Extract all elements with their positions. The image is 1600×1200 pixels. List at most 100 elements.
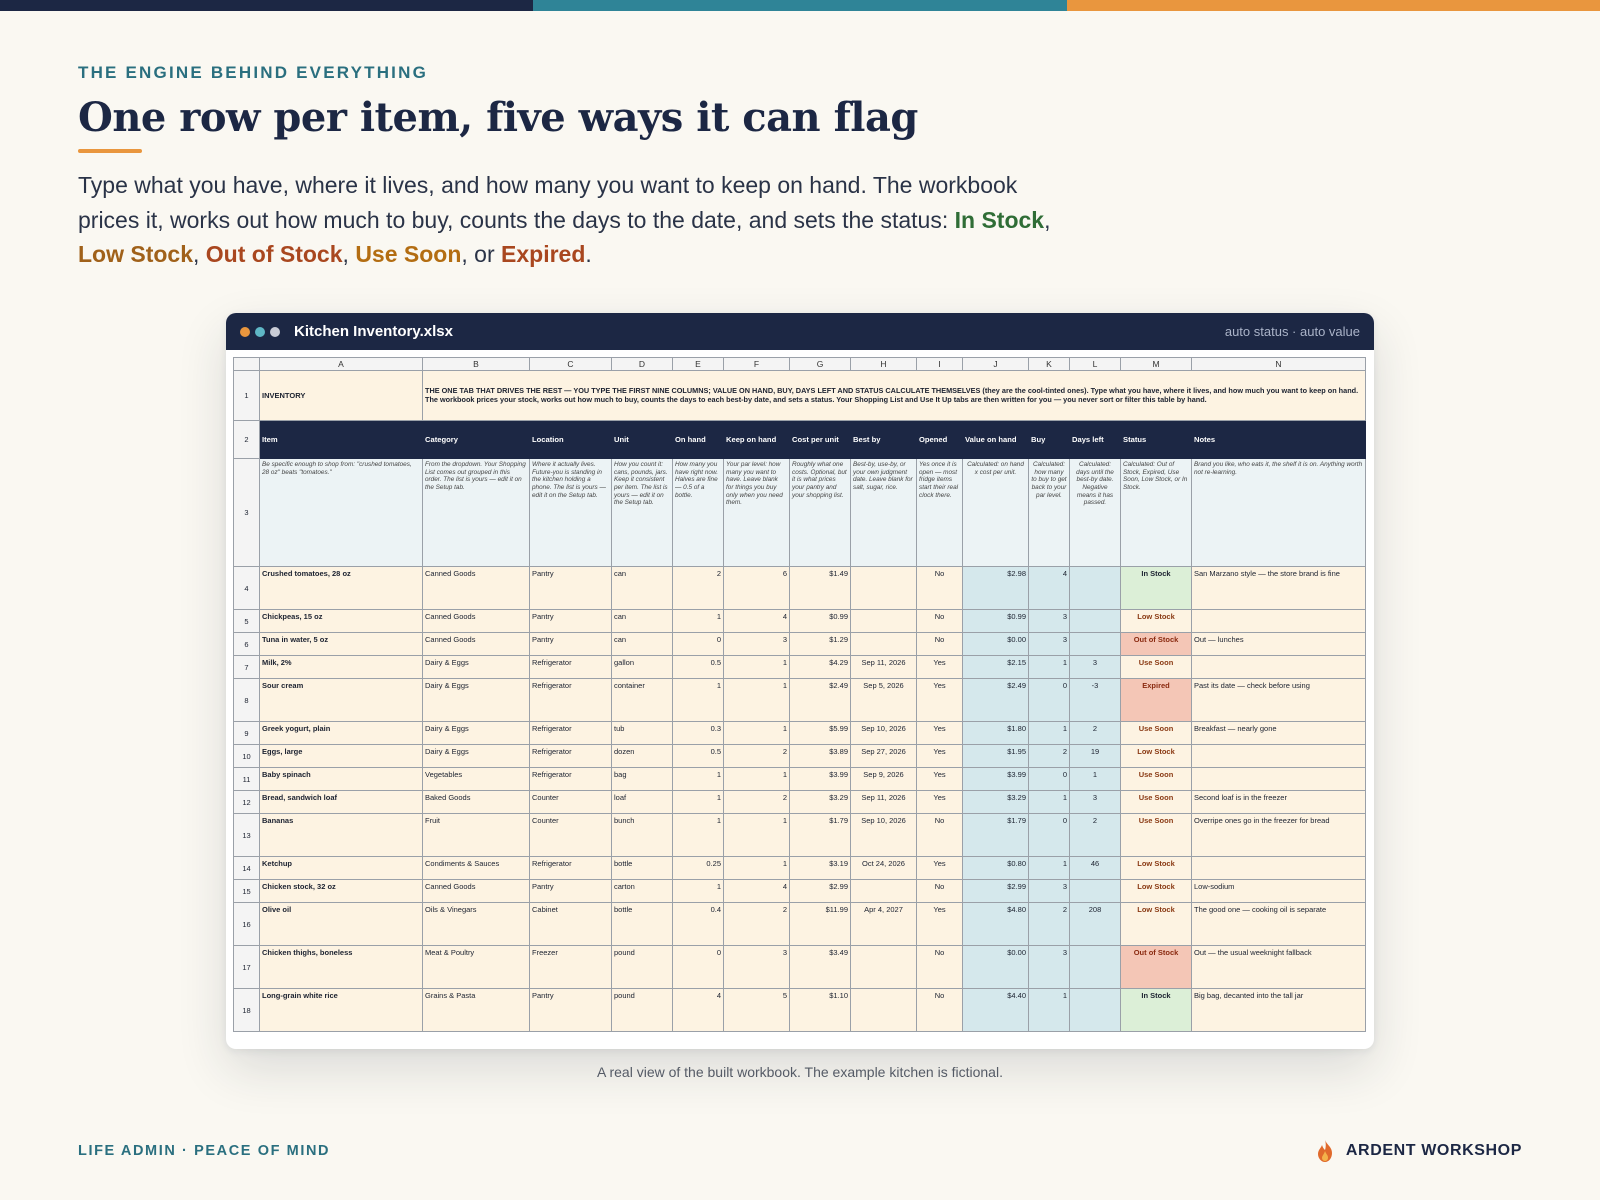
row-number[interactable]: 10 <box>233 744 260 768</box>
help-cell[interactable]: Your par level: how many you want to hav… <box>723 458 790 567</box>
category-cell[interactable]: Fruit <box>422 813 530 857</box>
value-cell[interactable]: $3.29 <box>962 790 1029 814</box>
days-left-cell[interactable]: 2 <box>1069 813 1121 857</box>
keep-on-hand-cell[interactable]: 3 <box>723 632 790 656</box>
location-cell[interactable]: Freezer <box>529 945 612 989</box>
item-cell[interactable]: Chicken stock, 32 oz <box>259 879 423 903</box>
keep-on-hand-cell[interactable]: 5 <box>723 988 790 1032</box>
window-dot-gray[interactable] <box>270 326 280 337</box>
opened-cell[interactable]: No <box>916 945 963 989</box>
row-number[interactable]: 9 <box>233 721 260 745</box>
item-cell[interactable]: Baby spinach <box>259 767 423 791</box>
category-cell[interactable]: Condiments & Sauces <box>422 856 530 880</box>
location-cell[interactable]: Pantry <box>529 566 612 610</box>
row-number[interactable]: 11 <box>233 767 260 791</box>
header-cell[interactable]: On hand <box>672 420 724 459</box>
status-cell[interactable]: Out of Stock <box>1120 945 1192 989</box>
days-left-cell[interactable]: -3 <box>1069 678 1121 722</box>
column-header-c[interactable]: C <box>529 357 612 371</box>
days-left-cell[interactable]: 208 <box>1069 902 1121 946</box>
opened-cell[interactable]: Yes <box>916 767 963 791</box>
best-by-cell[interactable] <box>850 879 917 903</box>
header-cell[interactable]: Best by <box>850 420 917 459</box>
notes-cell[interactable] <box>1191 744 1366 768</box>
value-cell[interactable]: $2.98 <box>962 566 1029 610</box>
on-hand-cell[interactable]: 0.5 <box>672 655 724 679</box>
opened-cell[interactable]: Yes <box>916 902 963 946</box>
best-by-cell[interactable] <box>850 609 917 633</box>
cost-cell[interactable]: $3.99 <box>789 767 851 791</box>
opened-cell[interactable]: Yes <box>916 744 963 768</box>
location-cell[interactable]: Cabinet <box>529 902 612 946</box>
unit-cell[interactable]: can <box>611 566 673 610</box>
category-cell[interactable]: Meat & Poultry <box>422 945 530 989</box>
location-cell[interactable]: Refrigerator <box>529 721 612 745</box>
item-cell[interactable]: Eggs, large <box>259 744 423 768</box>
days-left-cell[interactable] <box>1069 945 1121 989</box>
header-cell[interactable]: Keep on hand <box>723 420 790 459</box>
help-cell[interactable]: How many you have right now. Halves are … <box>672 458 724 567</box>
on-hand-cell[interactable]: 1 <box>672 609 724 633</box>
opened-cell[interactable]: No <box>916 609 963 633</box>
value-cell[interactable]: $4.40 <box>962 988 1029 1032</box>
unit-cell[interactable]: dozen <box>611 744 673 768</box>
value-cell[interactable]: $2.15 <box>962 655 1029 679</box>
status-cell[interactable]: Low Stock <box>1120 744 1192 768</box>
item-cell[interactable]: Greek yogurt, plain <box>259 721 423 745</box>
help-cell[interactable]: Calculated: days until the best-by date.… <box>1069 458 1121 567</box>
on-hand-cell[interactable]: 1 <box>672 767 724 791</box>
keep-on-hand-cell[interactable]: 6 <box>723 566 790 610</box>
column-header-j[interactable]: J <box>962 357 1029 371</box>
cost-cell[interactable]: $1.49 <box>789 566 851 610</box>
category-cell[interactable]: Dairy & Eggs <box>422 744 530 768</box>
window-dot-teal[interactable] <box>255 326 265 337</box>
location-cell[interactable]: Refrigerator <box>529 744 612 768</box>
location-cell[interactable]: Pantry <box>529 632 612 656</box>
row-number[interactable]: 6 <box>233 632 260 656</box>
opened-cell[interactable]: No <box>916 632 963 656</box>
buy-cell[interactable]: 0 <box>1028 767 1070 791</box>
row-number[interactable]: 8 <box>233 678 260 722</box>
keep-on-hand-cell[interactable]: 1 <box>723 856 790 880</box>
row-number[interactable]: 13 <box>233 813 260 857</box>
cost-cell[interactable]: $0.99 <box>789 609 851 633</box>
row-number[interactable]: 18 <box>233 988 260 1032</box>
buy-cell[interactable]: 4 <box>1028 566 1070 610</box>
keep-on-hand-cell[interactable]: 1 <box>723 655 790 679</box>
on-hand-cell[interactable]: 1 <box>672 790 724 814</box>
status-cell[interactable]: Use Soon <box>1120 790 1192 814</box>
header-cell[interactable]: Item <box>259 420 423 459</box>
status-cell[interactable]: Use Soon <box>1120 813 1192 857</box>
opened-cell[interactable]: Yes <box>916 790 963 814</box>
value-cell[interactable]: $2.99 <box>962 879 1029 903</box>
on-hand-cell[interactable]: 0 <box>672 945 724 989</box>
help-cell[interactable]: Yes once it is open — most fridge items … <box>916 458 963 567</box>
column-header-d[interactable]: D <box>611 357 673 371</box>
category-cell[interactable]: Dairy & Eggs <box>422 721 530 745</box>
on-hand-cell[interactable]: 0.5 <box>672 744 724 768</box>
status-cell[interactable]: Out of Stock <box>1120 632 1192 656</box>
header-cell[interactable]: Buy <box>1028 420 1070 459</box>
opened-cell[interactable]: No <box>916 988 963 1032</box>
days-left-cell[interactable]: 19 <box>1069 744 1121 768</box>
cost-cell[interactable]: $1.29 <box>789 632 851 656</box>
notes-cell[interactable]: Low-sodium <box>1191 879 1366 903</box>
category-cell[interactable]: Vegetables <box>422 767 530 791</box>
item-cell[interactable]: Olive oil <box>259 902 423 946</box>
buy-cell[interactable]: 3 <box>1028 945 1070 989</box>
best-by-cell[interactable] <box>850 632 917 656</box>
location-cell[interactable]: Pantry <box>529 988 612 1032</box>
value-cell[interactable]: $1.80 <box>962 721 1029 745</box>
notes-cell[interactable]: Second loaf is in the freezer <box>1191 790 1366 814</box>
opened-cell[interactable]: No <box>916 813 963 857</box>
help-cell[interactable]: Calculated: how many to buy to get back … <box>1028 458 1070 567</box>
buy-cell[interactable]: 1 <box>1028 856 1070 880</box>
on-hand-cell[interactable]: 1 <box>672 813 724 857</box>
on-hand-cell[interactable]: 0 <box>672 632 724 656</box>
value-cell[interactable]: $0.80 <box>962 856 1029 880</box>
item-cell[interactable]: Tuna in water, 5 oz <box>259 632 423 656</box>
header-cell[interactable]: Days left <box>1069 420 1121 459</box>
keep-on-hand-cell[interactable]: 3 <box>723 945 790 989</box>
notes-cell[interactable]: Breakfast — nearly gone <box>1191 721 1366 745</box>
status-cell[interactable]: Low Stock <box>1120 856 1192 880</box>
